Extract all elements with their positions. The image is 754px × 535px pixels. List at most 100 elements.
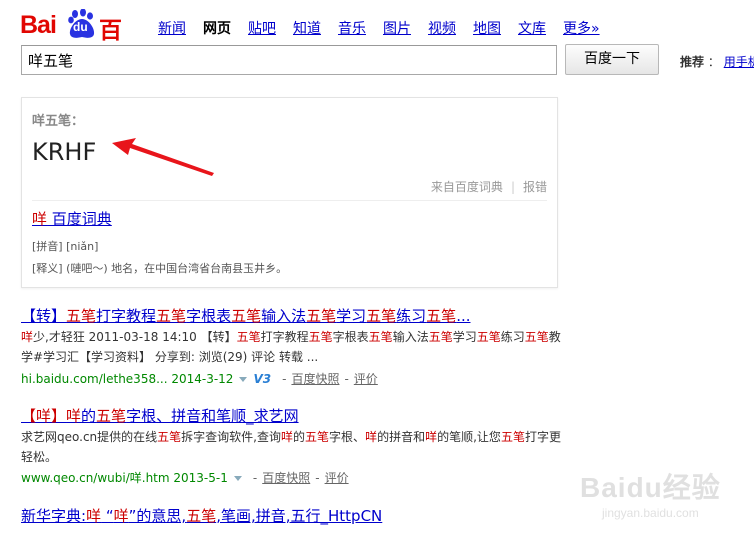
- highlight-term: 五笔: [156, 307, 187, 325]
- text-segment: ”的意思,: [128, 507, 187, 525]
- highlight-term: 咩: [425, 430, 438, 444]
- recommend-colon: ：: [707, 55, 720, 69]
- highlight-term: 五笔: [236, 330, 261, 344]
- text-segment: ,笔画,拼音,五行_HttpCN: [216, 507, 383, 525]
- result-meta-2: www.qeo.cn/wubi/咩.htm 2013-5-1- 百度快照 - 评价: [21, 469, 349, 486]
- dropdown-triangle-icon[interactable]: [239, 376, 248, 382]
- highlight-term: 五笔: [231, 307, 262, 325]
- nav-item-3[interactable]: 知道: [293, 18, 321, 38]
- text-segment: 练习: [396, 307, 427, 325]
- paw-icon: du: [67, 8, 97, 39]
- nav-item-2[interactable]: 贴吧: [248, 18, 276, 38]
- text-segment: 输入法: [392, 330, 429, 344]
- highlight-term: 咩: [365, 430, 378, 444]
- top-nav: 新闻 网页 贴吧 知道 音乐 图片 视频 地图 文库 更多»: [158, 18, 600, 38]
- highlight-term: 咩: [86, 507, 102, 525]
- result-title-3[interactable]: 新华字典:咩 “咩”的意思,五笔,笔画,拼音,五行_HttpCN: [21, 505, 382, 526]
- nav-item-6[interactable]: 视频: [428, 18, 456, 38]
- highlight-term: 五笔: [306, 307, 337, 325]
- text-segment: 练习: [500, 330, 525, 344]
- text-segment: 少,才轻狂 2011-03-18 14:10 【转】: [33, 330, 237, 344]
- text-segment: 的拼音和: [377, 430, 426, 444]
- meta-dash: -: [252, 471, 258, 485]
- text-segment: 求艺网qeo.cn提供的在线: [21, 430, 158, 444]
- text-segment: 输入法: [261, 307, 307, 325]
- highlight-term: 咩: [21, 330, 34, 344]
- cache-link-2[interactable]: 百度快照: [262, 471, 310, 485]
- highlight-term: 五笔: [66, 307, 97, 325]
- nav-item-8[interactable]: 文库: [518, 18, 546, 38]
- highlight-term: 咩: [281, 430, 294, 444]
- nav-item-7[interactable]: 地图: [473, 18, 501, 38]
- text-segment: 打字教程: [260, 330, 309, 344]
- recommend-label: 推荐: [680, 55, 705, 69]
- result-title-2[interactable]: 【咩】咩的五笔字根、拼音和笔顺_求艺网: [21, 405, 299, 426]
- nav-item-9[interactable]: 更多»: [563, 18, 600, 38]
- text-segment: 字根、拼音和笔顺_求艺网: [126, 407, 299, 425]
- search-button[interactable]: 百度一下: [565, 44, 659, 75]
- result-url-1: hi.baidu.com/lethe358... 2014-3-12: [21, 372, 234, 386]
- baidu-logo[interactable]: Bai du 百度: [20, 8, 140, 78]
- nav-item-4[interactable]: 音乐: [338, 18, 366, 38]
- meta-dash: -: [344, 372, 349, 386]
- nav-item-5[interactable]: 图片: [383, 18, 411, 38]
- rate-link-1[interactable]: 评价: [354, 372, 378, 386]
- text-segment: 字根表: [186, 307, 232, 325]
- text-segment: 新华字典:: [21, 507, 87, 525]
- text-segment: 拆字查询软件,查询: [181, 430, 281, 444]
- logo-du-text: du: [73, 20, 88, 34]
- highlight-term: 五笔: [366, 307, 397, 325]
- rate-link-2[interactable]: 评价: [325, 471, 349, 485]
- highlight-term: 【咩】: [21, 407, 67, 425]
- highlight-term: 五笔: [186, 507, 217, 525]
- recommend-link[interactable]: 用手机: [724, 55, 754, 69]
- report-link[interactable]: 报错: [523, 180, 547, 194]
- baidu-jingyan-watermark: Baidu经验 jingyan.baidu.com: [580, 466, 750, 532]
- source-separator: |: [510, 180, 515, 194]
- highlight-term: 咩: [66, 407, 82, 425]
- highlight-term: 五笔: [96, 407, 127, 425]
- dict-char: 咩: [32, 210, 48, 228]
- highlight-term: 五笔: [368, 330, 393, 344]
- dict-rest: 百度词典: [47, 210, 112, 228]
- text-segment: 的笔顺,让您: [437, 430, 501, 444]
- card-label: 咩五笔：: [32, 114, 85, 129]
- text-segment: 学习: [336, 307, 367, 325]
- v3-badge-icon[interactable]: V3: [253, 372, 271, 386]
- result-url-2: www.qeo.cn/wubi/咩.htm 2013-5-1: [21, 471, 228, 485]
- highlight-term: 咩: [113, 507, 129, 525]
- source-link[interactable]: 来自百度词典: [431, 180, 503, 194]
- card-source: 来自百度词典 | 报错: [431, 178, 547, 195]
- highlight-term: 五笔: [308, 330, 333, 344]
- dict-meaning: [释义] (嗹吧～) 地名，在中国台湾省台南县玉井乡。: [32, 262, 288, 275]
- result-title-1[interactable]: 【转】五笔打字教程五笔字根表五笔输入法五笔学习五笔练习五笔...: [21, 305, 471, 326]
- wubi-code: KRHF: [32, 138, 97, 166]
- text-segment: 字根、: [329, 430, 366, 444]
- text-segment: ...: [456, 307, 471, 325]
- dict-pinyin: [拼音] [niǎn]: [32, 240, 99, 253]
- nav-item-1[interactable]: 网页: [203, 18, 231, 38]
- watermark-logo: Baidu经验: [580, 472, 721, 503]
- result-snippet-2: 求艺网qeo.cn提供的在线五笔拆字查询软件,查询咩的五笔字根、咩的拼音和咩的笔…: [21, 427, 561, 467]
- search-input[interactable]: [21, 45, 557, 75]
- highlight-term: 五笔: [500, 430, 525, 444]
- text-segment: 打字教程: [96, 307, 157, 325]
- result-meta-1: hi.baidu.com/lethe358... 2014-3-12 V3 - 百度快…: [21, 370, 378, 387]
- text-segment: 的: [81, 407, 97, 425]
- watermark-url: jingyan.baidu.com: [602, 506, 699, 520]
- red-arrow-annotation: [112, 138, 214, 176]
- cache-link-1[interactable]: 百度快照: [291, 372, 339, 386]
- dict-title-link[interactable]: 咩 百度词典: [32, 208, 112, 229]
- wubi-answer-card: 咩五笔： KRHF 来自百度词典 | 报错 咩 百度词典 [拼音] [niǎn] […: [21, 97, 558, 288]
- nav-item-0[interactable]: 新闻: [158, 18, 186, 38]
- text-segment: “: [101, 507, 114, 525]
- highlight-term: 五笔: [524, 330, 549, 344]
- dropdown-triangle-icon[interactable]: [233, 475, 242, 481]
- logo-bai-text: Bai: [20, 11, 57, 39]
- text-segment: 【转】: [21, 307, 67, 325]
- result-snippet-1: 咩少,才轻狂 2011-03-18 14:10 【转】五笔打字教程五笔字根表五笔…: [21, 327, 561, 367]
- meta-dash: -: [315, 471, 320, 485]
- recommend-bar: 推荐 ： 用手机: [680, 53, 754, 70]
- highlight-term: 五笔: [305, 430, 330, 444]
- text-segment: 学习: [452, 330, 477, 344]
